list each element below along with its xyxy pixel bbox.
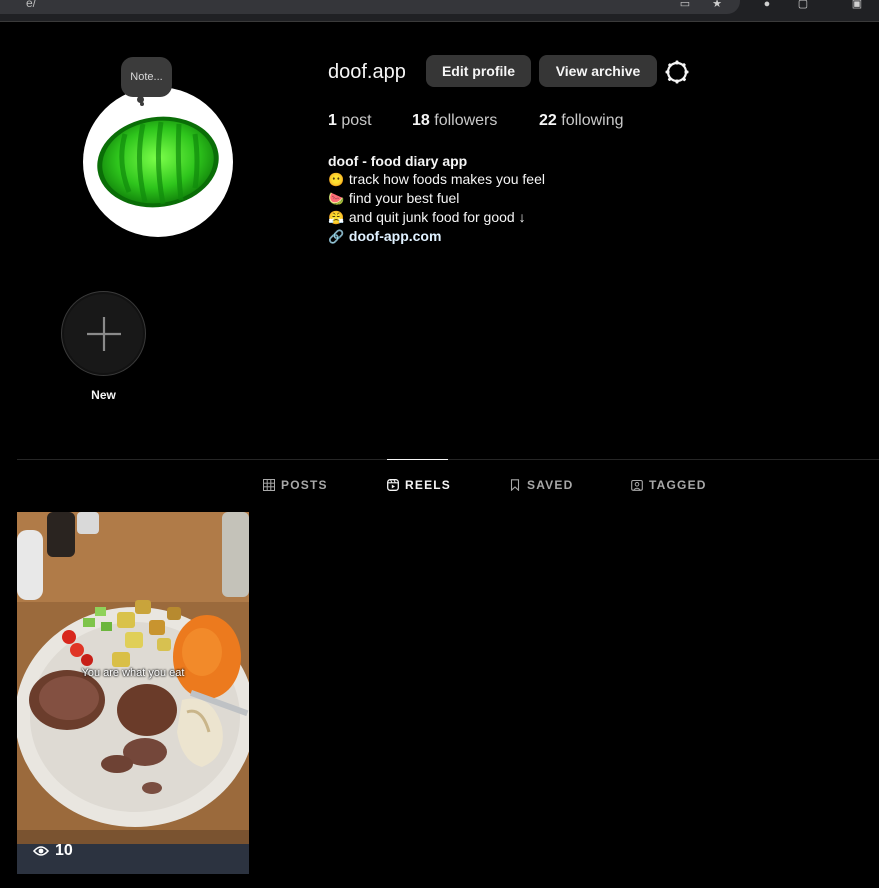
bio-link[interactable]: doof-app.com bbox=[349, 228, 442, 244]
reel-views-number: 10 bbox=[55, 842, 73, 859]
posts-label: post bbox=[341, 112, 372, 129]
edit-profile-button[interactable]: Edit profile bbox=[426, 55, 531, 87]
angry-face-emoji-icon: 😤 bbox=[328, 210, 345, 225]
grid-icon bbox=[263, 479, 275, 491]
reel-view-count: 10 bbox=[33, 842, 73, 860]
tab-tagged[interactable]: TAGGED bbox=[631, 478, 707, 492]
plus-icon bbox=[86, 316, 121, 351]
following-count: 22 bbox=[539, 112, 557, 129]
settings-gear-icon[interactable] bbox=[664, 59, 690, 85]
watermelon-emoji-icon: 🍉 bbox=[328, 191, 345, 206]
new-highlight-inner bbox=[64, 294, 143, 373]
tab-saved[interactable]: SAVED bbox=[509, 478, 573, 492]
eye-views-icon bbox=[33, 846, 49, 856]
bio-line-3: 😤 and quit junk food for good ↓ bbox=[328, 208, 728, 227]
followers-label: followers bbox=[434, 112, 498, 129]
profile-avatar[interactable] bbox=[83, 87, 233, 237]
view-archive-button[interactable]: View archive bbox=[539, 55, 657, 87]
tab-tagged-label: TAGGED bbox=[649, 478, 707, 492]
window-icon[interactable]: ▢ bbox=[796, 0, 810, 10]
bio-line-1: 😶 track how foods makes you feel bbox=[328, 170, 728, 189]
tab-saved-label: SAVED bbox=[527, 478, 574, 492]
new-highlight-button[interactable] bbox=[61, 291, 146, 376]
link-icon: 🔗 bbox=[328, 229, 345, 244]
bio-name: doof - food diary app bbox=[328, 153, 468, 169]
followers-stat[interactable]: 18 followers bbox=[412, 112, 497, 130]
following-label: following bbox=[561, 112, 624, 129]
extensions-icon[interactable]: ▣ bbox=[850, 0, 864, 10]
posts-stat: 1 post bbox=[328, 112, 372, 130]
reel-thumbnail[interactable]: You are what you eat 10 bbox=[17, 512, 249, 874]
new-highlight-label: New bbox=[91, 388, 116, 402]
reels-icon bbox=[387, 479, 399, 491]
bio-line-2-text: find your best fuel bbox=[348, 190, 460, 206]
tag-user-icon bbox=[631, 479, 643, 491]
star-icon[interactable]: ★ bbox=[710, 0, 724, 10]
profile-username: doof.app bbox=[328, 61, 406, 83]
watermelon-logo-icon bbox=[97, 116, 219, 208]
bookmark-icon bbox=[510, 479, 520, 491]
profile-bio: doof - food diary app 😶 track how foods … bbox=[328, 152, 728, 246]
tab-posts-label: POSTS bbox=[281, 478, 328, 492]
tab-reels-label: REELS bbox=[405, 478, 452, 492]
bio-line-2: 🍉 find your best fuel bbox=[328, 189, 728, 208]
note-bubble[interactable]: Note... bbox=[121, 57, 172, 97]
followers-count: 18 bbox=[412, 112, 430, 129]
cast-icon[interactable]: ▭ bbox=[678, 0, 692, 10]
note-bubble-tail-small bbox=[140, 102, 144, 106]
address-bar-url: e/ bbox=[26, 0, 37, 10]
address-bar[interactable] bbox=[0, 0, 740, 14]
tab-posts[interactable]: POSTS bbox=[263, 478, 328, 492]
browser-toolbar: e/ ▭ ★ ● ▢ ▣ bbox=[0, 0, 879, 22]
food-plate-photo bbox=[17, 512, 249, 874]
reel-caption: You are what you eat bbox=[81, 667, 185, 679]
bio-link-row: 🔗 doof-app.com bbox=[328, 227, 728, 246]
profile-icon[interactable]: ● bbox=[760, 0, 774, 10]
following-stat[interactable]: 22 following bbox=[539, 112, 624, 130]
active-tab-indicator bbox=[387, 459, 448, 460]
bio-line-1-text: track how foods makes you feel bbox=[348, 171, 545, 187]
skull-emoji-icon: 😶 bbox=[328, 172, 345, 187]
bio-line-3-text: and quit junk food for good ↓ bbox=[348, 209, 526, 225]
tab-reels[interactable]: REELS bbox=[387, 478, 451, 492]
posts-count: 1 bbox=[328, 112, 337, 129]
tabs-divider bbox=[17, 459, 879, 460]
